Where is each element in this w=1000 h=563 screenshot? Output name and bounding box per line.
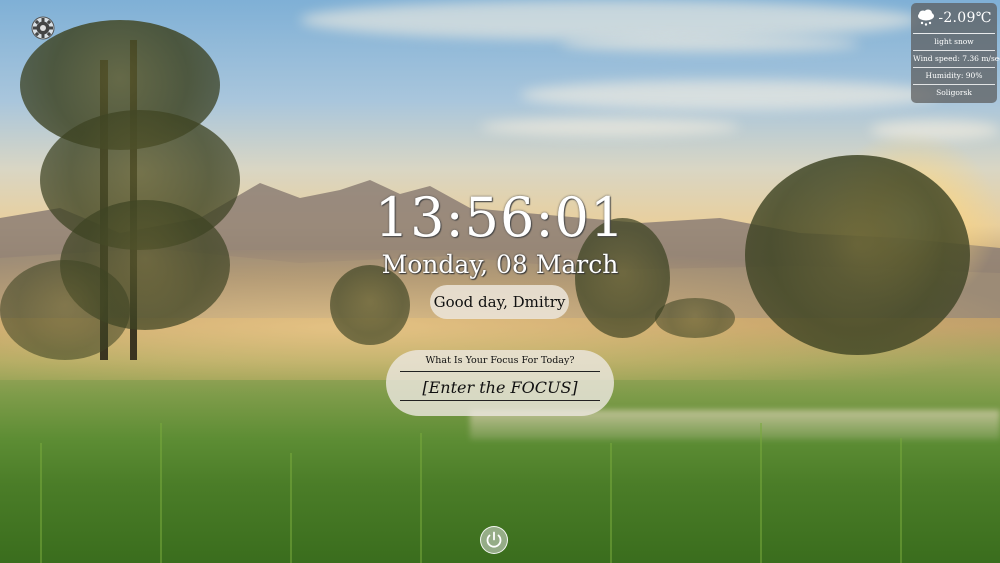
weather-wind-speed: Wind speed: 7.36 m/sec (913, 51, 1000, 68)
greeting-badge: Good day, Dmitry (430, 285, 569, 319)
snow-cloud-icon (918, 9, 935, 26)
gear-icon (31, 16, 55, 40)
clock-time: 13:56:01 (374, 186, 626, 249)
weather-city: Soligorsk (936, 88, 972, 97)
weather-condition: light snow (913, 34, 995, 51)
weather-header: -2.09℃ (913, 3, 995, 34)
power-button[interactable] (480, 526, 508, 554)
weather-humidity: Humidity: 90% (913, 68, 995, 85)
focus-panel: What Is Your Focus For Today? (386, 350, 614, 416)
power-icon (486, 531, 502, 548)
focus-divider (400, 371, 600, 372)
weather-widget: -2.09℃ light snow Wind speed: 7.36 m/sec… (911, 3, 1000, 103)
settings-button[interactable] (30, 15, 56, 41)
weather-temperature: -2.09℃ (938, 10, 992, 26)
clock-date: Monday, 08 March (381, 250, 619, 279)
focus-question: What Is Your Focus For Today? (425, 355, 575, 366)
focus-input[interactable] (400, 374, 600, 401)
desktop-screen: -2.09℃ light snow Wind speed: 7.36 m/sec… (0, 0, 1000, 563)
